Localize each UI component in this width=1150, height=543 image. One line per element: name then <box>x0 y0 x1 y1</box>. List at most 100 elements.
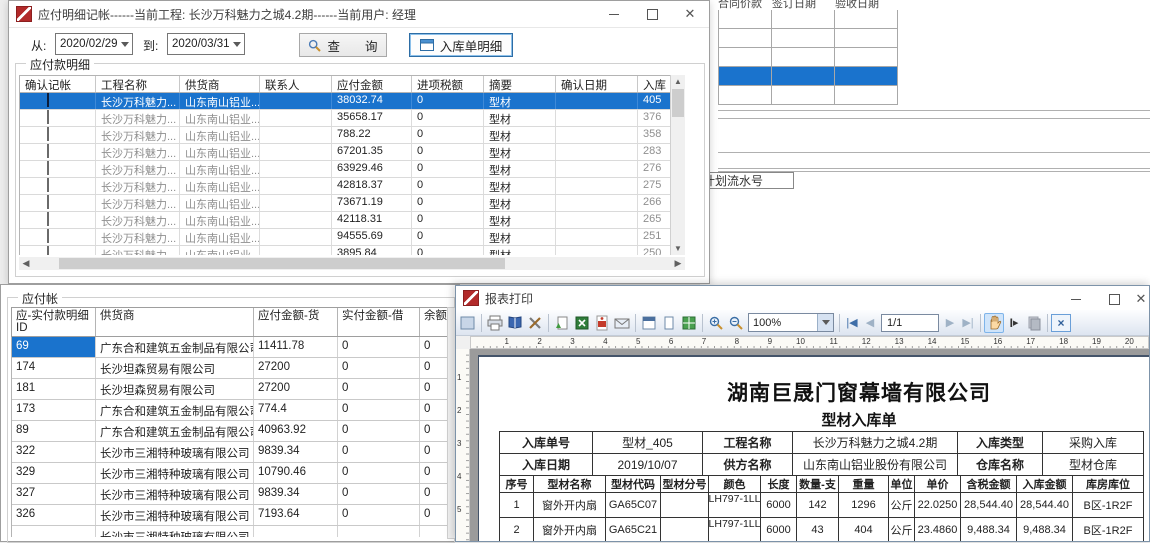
table-row[interactable]: 长沙市三湘特种玻璃有限公司 <box>12 526 452 537</box>
table-row[interactable]: 长沙万科魅力... 山东南山铝业... 67201.35 0 型材 283 <box>20 144 685 161</box>
zoom-in-icon[interactable] <box>706 313 726 333</box>
zoom-out-icon[interactable] <box>726 313 746 333</box>
close-preview-icon[interactable]: × <box>1051 314 1071 332</box>
confirm-checkbox[interactable] <box>47 127 49 141</box>
vertical-scrollbar[interactable]: ▲ ▼ <box>670 75 685 255</box>
table-row[interactable]: 长沙万科魅力... 山东南山铝业... 73671.19 0 型材 266 <box>20 195 685 212</box>
maximize-button[interactable] <box>633 1 671 27</box>
frame-icon[interactable] <box>458 313 478 333</box>
column-header[interactable]: 确认日期 <box>556 76 638 92</box>
maximize-button[interactable] <box>1095 286 1133 312</box>
inbound-detail-button[interactable]: 入库单明细 <box>409 33 513 57</box>
chevron-down-icon[interactable] <box>817 314 833 331</box>
scrollbar-thumb[interactable] <box>59 258 506 269</box>
confirm-checkbox[interactable] <box>47 110 49 124</box>
confirm-checkbox[interactable] <box>47 229 49 243</box>
table-row[interactable]: 长沙万科魅力... 山东南山铝业... 38032.74 0 型材 405 <box>20 93 685 110</box>
column-header[interactable]: 入库 <box>638 76 672 92</box>
confirm-checkbox[interactable] <box>47 93 49 107</box>
table-row[interactable]: 长沙万科魅力... 山东南山铝业... 788.22 0 型材 358 <box>20 127 685 144</box>
column-header[interactable]: 应付金额 <box>332 76 412 92</box>
prev-page-button[interactable]: ◀ <box>861 316 879 329</box>
to-date-dropdown[interactable]: 2020/03/31 <box>167 33 245 55</box>
confirm-checkbox[interactable] <box>47 195 49 209</box>
table-row[interactable]: 89 广东合和建筑五金制品有限公司 40963.92 0 0 <box>12 421 452 442</box>
detail-column-header: 型材分号 <box>661 475 709 493</box>
table-row[interactable]: 174 长沙坦森贸易有限公司 27200 0 0 <box>12 358 452 379</box>
confirm-checkbox[interactable] <box>47 144 49 158</box>
table-row[interactable]: 长沙万科魅力... 山东南山铝业... 35658.17 0 型材 376 <box>20 110 685 127</box>
confirm-checkbox[interactable] <box>47 212 49 226</box>
hand-pan-tool-icon[interactable] <box>984 313 1004 333</box>
table-row[interactable]: 181 长沙坦森贸易有限公司 27200 0 0 <box>12 379 452 400</box>
column-header[interactable]: 供货商 <box>180 76 260 92</box>
settings-tools-icon[interactable] <box>525 313 545 333</box>
table-row[interactable] <box>718 86 898 105</box>
table-row[interactable]: 长沙万科魅力... 山东南山铝业... 42818.37 0 型材 275 <box>20 178 685 195</box>
column-header[interactable]: 联系人 <box>260 76 332 92</box>
mail-export-icon[interactable] <box>612 313 632 333</box>
close-button[interactable]: ✕ <box>671 1 709 27</box>
excel-export-icon[interactable] <box>572 313 592 333</box>
page-setup-icon[interactable] <box>639 313 659 333</box>
column-header[interactable]: 工程名称 <box>96 76 180 92</box>
pdf-export-icon[interactable] <box>592 313 612 333</box>
last-page-button[interactable]: ▶| <box>959 316 977 329</box>
column-header[interactable]: 进项税额 <box>412 76 484 92</box>
minimize-button[interactable] <box>1057 286 1095 312</box>
table-row[interactable]: 326 长沙市三湘特种玻璃有限公司 7193.64 0 0 <box>12 505 452 526</box>
scrollbar-thumb[interactable] <box>672 89 684 117</box>
minimize-button[interactable] <box>595 1 633 27</box>
print-preview-area[interactable]: 湖南巨晟门窗幕墙有限公司 型材入库单 入库单号 型材_405 工程名称 长沙万科… <box>470 349 1149 541</box>
confirm-checkbox[interactable] <box>47 178 49 192</box>
column-header[interactable]: 应-实付款明细ID <box>12 308 96 336</box>
export-icon[interactable] <box>552 313 572 333</box>
table-row[interactable]: 327 长沙市三湘特种玻璃有限公司 9839.34 0 0 <box>12 484 452 505</box>
first-page-button[interactable]: |◀ <box>843 316 861 329</box>
text-select-tool-icon[interactable]: I▶ <box>1004 313 1024 333</box>
title-bar[interactable]: 应付明细记帐------当前工程: 长沙万科魅力之城4.2期------当前用户… <box>9 1 709 28</box>
table-row[interactable] <box>718 29 898 48</box>
from-date-dropdown[interactable]: 2020/02/29 <box>55 33 133 55</box>
chevron-down-icon[interactable] <box>118 34 132 54</box>
copy-pages-icon[interactable] <box>1024 313 1044 333</box>
zoom-level-dropdown[interactable]: 100% <box>748 313 834 332</box>
table-row[interactable]: 69 广东合和建筑五金制品有限公司 11411.78 0 0 <box>12 337 452 358</box>
chevron-down-icon[interactable] <box>230 34 244 54</box>
table-row[interactable] <box>718 48 898 67</box>
next-page-button[interactable]: ▶ <box>941 316 959 329</box>
column-header[interactable]: 供货商 <box>96 308 254 336</box>
page-number-input[interactable]: 1/1 <box>881 314 939 332</box>
multi-page-icon[interactable] <box>679 313 699 333</box>
column-header[interactable]: 应付金额-货 <box>254 308 338 336</box>
scroll-up-icon[interactable]: ▲ <box>671 75 685 88</box>
plan-serial-field[interactable]: 计划流水号 <box>698 172 794 189</box>
detail-column-header: 库房库位 <box>1073 475 1144 493</box>
table-row-selected[interactable] <box>718 67 898 86</box>
horizontal-scrollbar[interactable]: ◀ ▶ <box>19 257 685 270</box>
confirm-checkbox[interactable] <box>47 246 49 255</box>
table-row[interactable]: 长沙万科魅力... 山东南山铝业... 94555.69 0 型材 251 <box>20 229 685 246</box>
table-row[interactable]: 329 长沙市三湘特种玻璃有限公司 10790.46 0 0 <box>12 463 452 484</box>
scroll-down-icon[interactable]: ▼ <box>671 242 685 255</box>
table-row[interactable]: 长沙万科魅力... 山东南山铝业... 3895.84 0 型材 250 <box>20 246 685 255</box>
query-button[interactable]: 查 询 <box>299 33 387 57</box>
scroll-left-icon[interactable]: ◀ <box>19 258 33 269</box>
close-button[interactable]: ✕ <box>1133 286 1149 312</box>
table-row[interactable]: 长沙万科魅力... 山东南山铝业... 63929.46 0 型材 276 <box>20 161 685 178</box>
supplier-cell: 广东合和建筑五金制品有限公司 <box>96 421 254 441</box>
table-row[interactable]: 322 长沙市三湘特种玻璃有限公司 9839.34 0 0 <box>12 442 452 463</box>
single-page-icon[interactable] <box>659 313 679 333</box>
column-header[interactable]: 摘要 <box>484 76 556 92</box>
column-header[interactable]: 实付金额-借 <box>338 308 420 336</box>
column-header[interactable]: 确认记帐 <box>20 76 96 92</box>
title-bar[interactable]: 报表打印 ✕ <box>456 286 1149 311</box>
confirm-checkbox[interactable] <box>47 161 49 175</box>
table-row[interactable]: 长沙万科魅力... 山东南山铝业... 42118.31 0 型材 265 <box>20 212 685 229</box>
book-icon[interactable] <box>505 313 525 333</box>
inbound-no-cell: 266 <box>638 195 672 211</box>
scroll-right-icon[interactable]: ▶ <box>671 258 685 269</box>
table-row[interactable]: 173 广东合和建筑五金制品有限公司 774.4 0 0 <box>12 400 452 421</box>
table-row[interactable] <box>718 10 898 29</box>
print-icon[interactable] <box>485 313 505 333</box>
